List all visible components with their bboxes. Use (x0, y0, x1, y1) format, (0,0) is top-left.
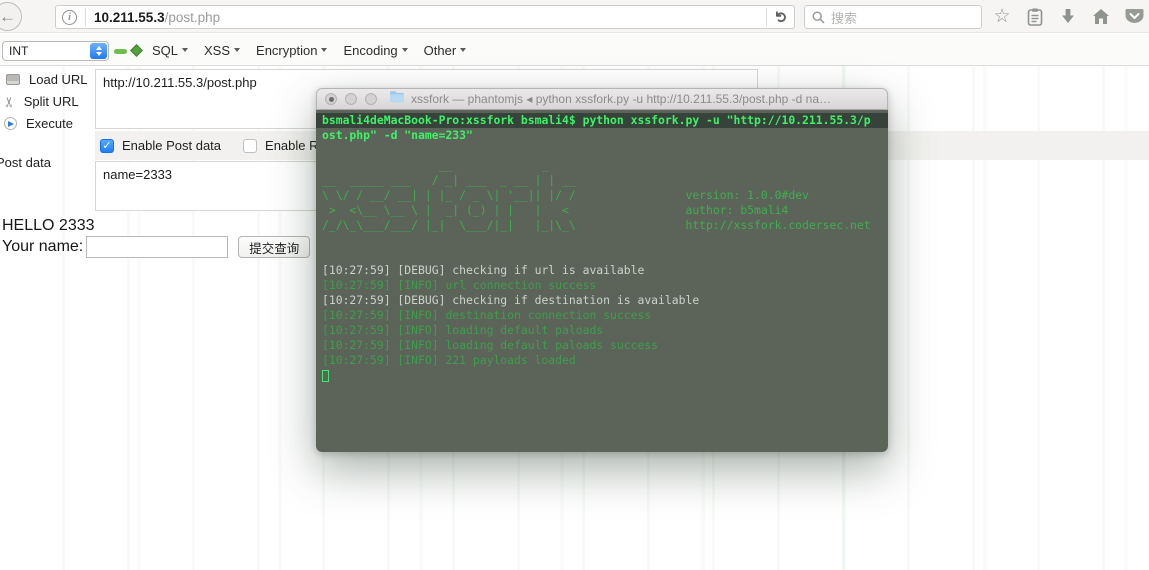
enable-post-checkbox[interactable]: ✓ (100, 139, 114, 153)
split-url-button[interactable]: ✂ Split URL (3, 94, 79, 109)
pocket-icon[interactable] (1124, 7, 1144, 27)
scissors-icon: ✂ (3, 96, 15, 108)
terminal-line: [10:27:59] [DEBUG] checking if url is av… (322, 263, 882, 278)
load-url-icon (6, 74, 20, 85)
terminal-line: bsmali4deMacBook-Pro:xssfork bsmali4$ py… (316, 113, 888, 128)
terminal-line (322, 143, 882, 158)
terminal-window: xssfork — phantomjs ◂ python xssfork.py … (316, 88, 888, 452)
zoom-icon[interactable] (365, 93, 377, 105)
back-icon: ← (0, 7, 16, 27)
chevron-down-icon (182, 48, 188, 52)
close-icon[interactable] (325, 93, 337, 105)
url-host: 10.211.55.3 (94, 10, 165, 25)
divider (85, 8, 86, 26)
chevron-down-icon (321, 48, 327, 52)
play-icon (4, 117, 17, 130)
site-info-icon[interactable]: i (62, 10, 77, 25)
terminal-line: [10:27:59] [INFO] 221 payloads loaded (322, 353, 882, 368)
hackbar-menu-other[interactable]: Other (424, 43, 467, 58)
terminal-line: [10:27:59] [INFO] destination connection… (322, 308, 882, 323)
back-button[interactable]: ← (0, 2, 22, 31)
search-icon (812, 11, 825, 24)
terminal-body[interactable]: bsmali4deMacBook-Pro:xssfork bsmali4$ py… (316, 110, 888, 452)
search-placeholder: 搜索 (831, 8, 857, 27)
bookmarks-sidebar-icon[interactable] (1025, 7, 1045, 27)
terminal-line: [10:27:59] [INFO] loading default paload… (322, 338, 882, 353)
terminal-line: __ _ (322, 158, 882, 173)
terminal-line: /_/\_\___/___/ |_| \___/|_| |_|\_\ http:… (322, 218, 882, 233)
terminal-line: \ \/ / __/ __| | |_ / _ \| '__|| |/ / ve… (322, 188, 882, 203)
hackbar-menus: SQL XSS Encryption Encoding Other (152, 34, 466, 66)
select-stepper-icon (90, 43, 107, 59)
terminal-line (322, 248, 882, 263)
name-form: Your name: 提交查询 (2, 236, 310, 258)
hackbar-mode-value: INT (9, 44, 28, 58)
terminal-line: > <\__ \__ \ | _| (_) | | | < author: b5… (322, 203, 882, 218)
terminal-line (322, 233, 882, 248)
terminal-titlebar[interactable]: xssfork — phantomjs ◂ python xssfork.py … (316, 88, 888, 110)
hackbar-menu-encryption[interactable]: Encryption (256, 43, 327, 58)
load-url-button[interactable]: Load URL (6, 72, 88, 87)
enable-post-label: Enable Post data (122, 138, 221, 153)
submit-button[interactable]: 提交查询 (238, 236, 310, 258)
hackbar-toolbar: INT SQL XSS Encryption Encoding Other (0, 34, 1149, 66)
terminal-line: ost.php" -d "name=233" (322, 128, 882, 143)
hackbar-menu-sql[interactable]: SQL (152, 43, 188, 58)
name-input[interactable] (86, 236, 228, 258)
minimize-icon[interactable] (345, 93, 357, 105)
enable-referrer-checkbox[interactable] (243, 139, 257, 153)
hackbar-menu-xss[interactable]: XSS (204, 43, 240, 58)
url-path: /post.php (165, 10, 221, 25)
terminal-line: [10:27:59] [INFO] url connection success (322, 278, 882, 293)
terminal-line (322, 368, 882, 384)
chevron-down-icon (234, 48, 240, 52)
execute-button[interactable]: Execute (4, 116, 73, 131)
check-icon: ✓ (102, 140, 111, 152)
hackbar-diamond-icon[interactable] (130, 44, 143, 57)
terminal-title: xssfork — phantomjs ◂ python xssfork.py … (411, 92, 831, 106)
divider (766, 8, 767, 26)
terminal-line: __ _____ ___ / _| ___ _ __ | | __ (322, 173, 882, 188)
home-icon[interactable] (1091, 7, 1111, 27)
browser-window: ← i 10.211.55.3/post.php ↻ 搜索 ☆ (0, 0, 1149, 570)
folder-icon (389, 90, 405, 108)
chevron-down-icon (460, 48, 466, 52)
browser-toolbar: ← i 10.211.55.3/post.php ↻ 搜索 ☆ (0, 0, 1149, 33)
search-input[interactable]: 搜索 (804, 5, 982, 29)
url-bar[interactable]: i 10.211.55.3/post.php ↻ (55, 5, 795, 29)
post-data-label: Post data (0, 155, 51, 170)
hackbar-mode-select[interactable]: INT (2, 41, 109, 61)
terminal-cursor (322, 370, 329, 382)
name-label: Your name: (2, 238, 83, 256)
reload-icon[interactable]: ↻ (773, 11, 791, 24)
hackbar-minus-icon[interactable] (114, 49, 127, 54)
terminal-line: [10:27:59] [DEBUG] checking if destinati… (322, 293, 882, 308)
hello-heading: HELLO 2333 (2, 217, 95, 235)
downloads-icon[interactable] (1058, 7, 1078, 27)
terminal-line: [10:27:59] [INFO] loading default paload… (322, 323, 882, 338)
toolbar-icons: ☆ (992, 3, 1144, 30)
hackbar-menu-encoding[interactable]: Encoding (343, 43, 407, 58)
bookmark-star-icon[interactable]: ☆ (992, 7, 1012, 27)
chevron-down-icon (402, 48, 408, 52)
url-text[interactable]: 10.211.55.3/post.php (94, 10, 758, 25)
